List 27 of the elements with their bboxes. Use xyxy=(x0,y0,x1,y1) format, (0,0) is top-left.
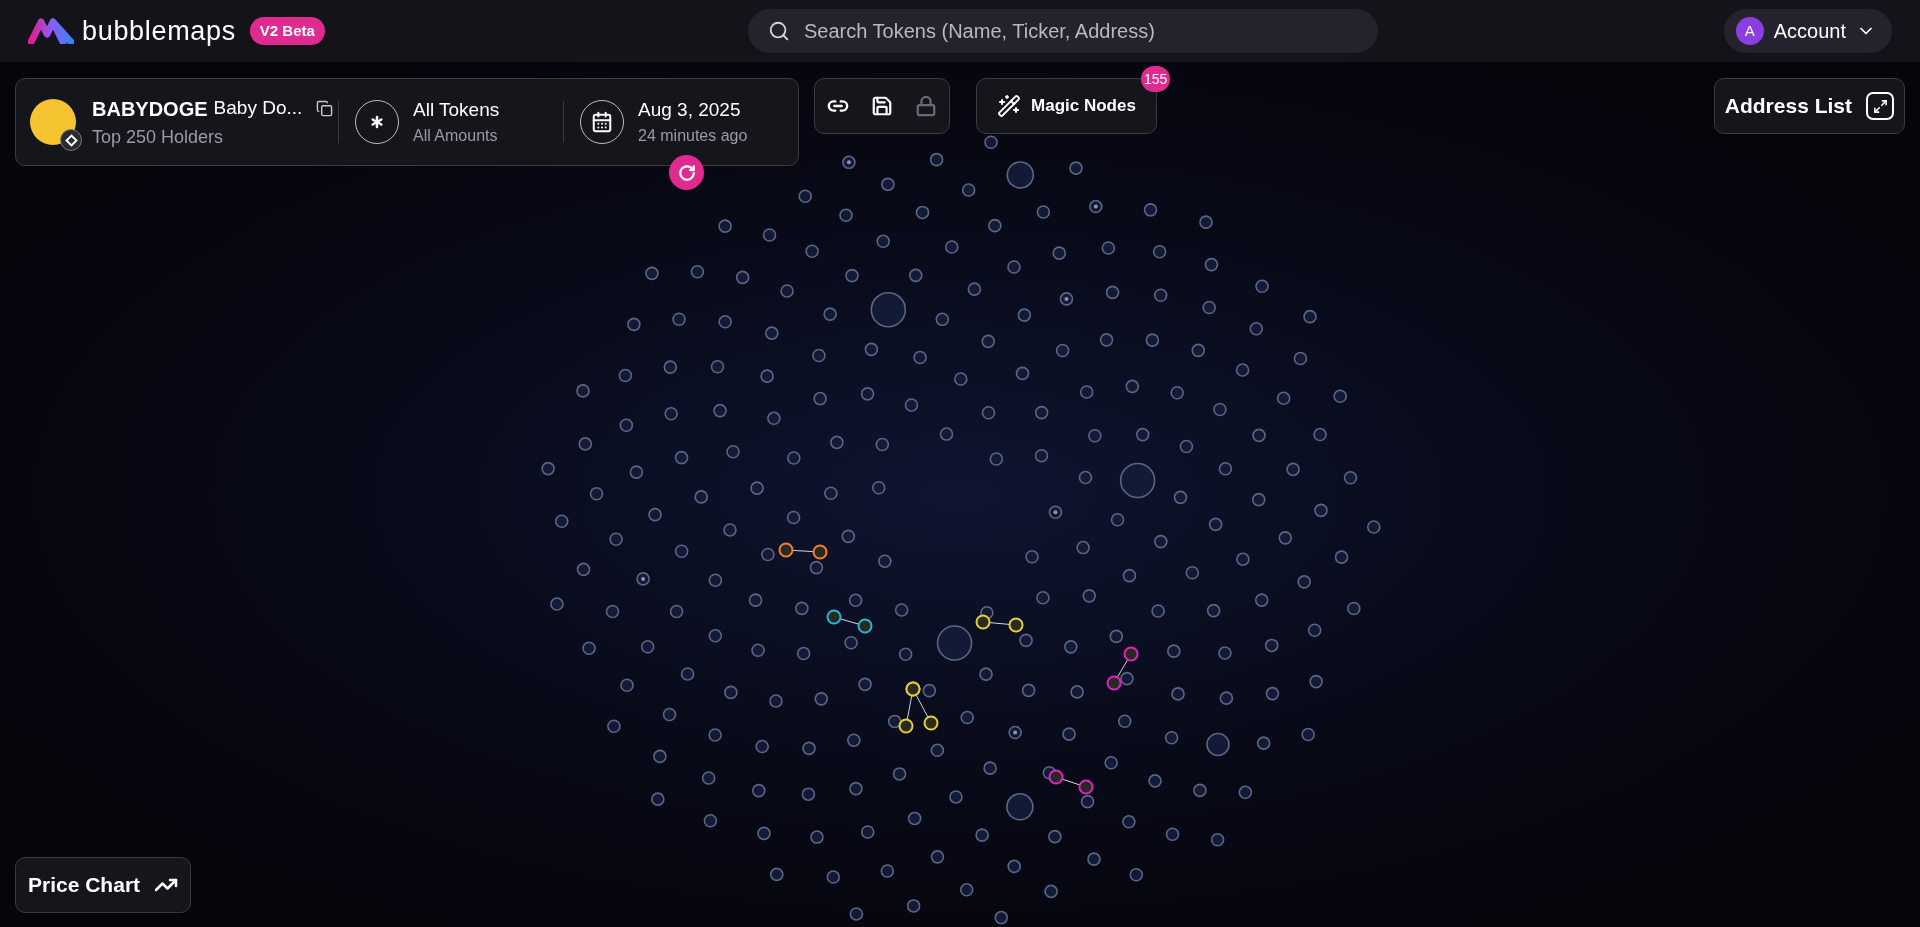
account-avatar: A xyxy=(1735,17,1764,45)
copy-icon[interactable] xyxy=(316,100,334,117)
expand-icon xyxy=(1866,92,1894,120)
filter-subtitle: All Amounts xyxy=(413,126,499,147)
token-filter-button[interactable]: All Tokens All Amounts xyxy=(339,95,563,149)
date-button[interactable]: Aug 3, 2025 24 minutes ago xyxy=(564,95,764,149)
filter-title: All Tokens xyxy=(413,97,500,122)
address-list-button[interactable]: Address List xyxy=(1713,78,1905,134)
date-subtitle: 24 minutes ago xyxy=(638,126,748,147)
holders-label: Top 250 Holders xyxy=(92,125,225,149)
wand-icon xyxy=(997,94,1022,118)
search-icon xyxy=(768,20,790,42)
token-ticker: BABYDOGE xyxy=(92,96,208,122)
version-badge: V2 Beta xyxy=(249,16,325,46)
price-chart-button[interactable]: Price Chart xyxy=(15,857,192,913)
logo-icon xyxy=(28,18,74,44)
account-button[interactable]: A Account xyxy=(1723,9,1892,53)
lock-icon xyxy=(915,95,937,117)
save-icon xyxy=(871,95,893,117)
date-title: Aug 3, 2025 xyxy=(638,97,742,122)
count-badge: 155 xyxy=(1141,66,1171,92)
chain-icon xyxy=(60,129,82,151)
save-button[interactable] xyxy=(871,95,893,117)
search-field[interactable]: Search Tokens (Name, Ticker, Address) xyxy=(748,9,1378,53)
logo-text: bubblemaps xyxy=(82,14,236,48)
token-name: Baby Do... xyxy=(213,96,303,121)
refresh-icon xyxy=(677,163,696,182)
